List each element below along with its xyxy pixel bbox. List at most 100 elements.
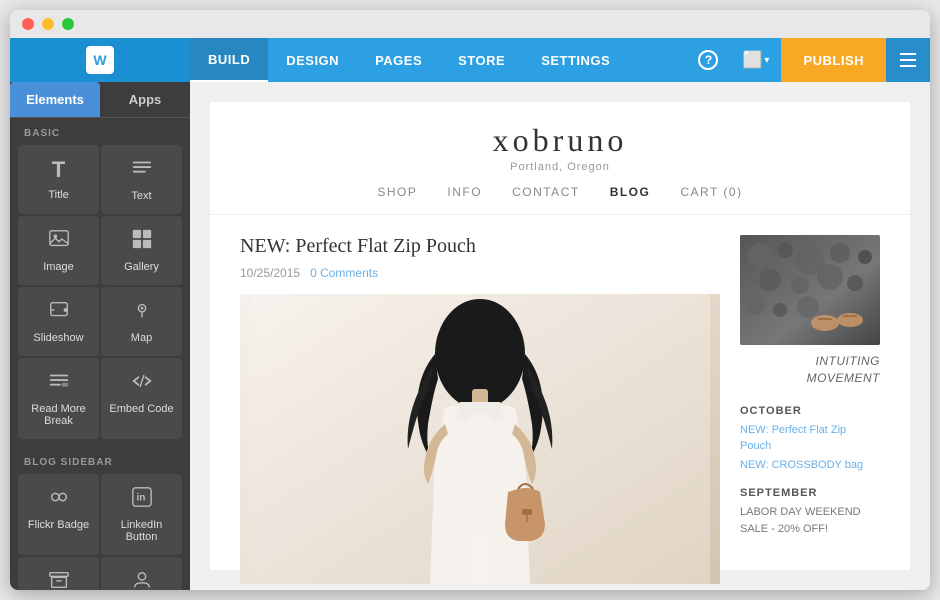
element-image[interactable]: Image <box>18 216 99 285</box>
blog-main: NEW: Perfect Flat Zip Pouch 10/25/2015 0… <box>240 235 720 584</box>
site-tagline: Portland, Oregon <box>240 161 880 173</box>
text-icon <box>131 157 153 184</box>
element-embed[interactable]: Embed Code <box>101 358 182 439</box>
sidebar-tabs: Elements Apps <box>10 82 190 118</box>
section-label-blog: BLOG SIDEBAR <box>10 447 190 474</box>
help-icon: ? <box>698 50 718 70</box>
element-linkedin-label: LinkedIn Button <box>109 519 174 543</box>
title-bar <box>10 10 930 38</box>
logo-area: W <box>10 38 190 82</box>
flickr-icon <box>48 486 70 513</box>
element-gallery-label: Gallery <box>124 261 159 273</box>
title-icon: T <box>52 157 65 183</box>
nav-shop[interactable]: SHOP <box>377 185 417 199</box>
post-date: 10/25/2015 <box>240 266 300 280</box>
tab-apps[interactable]: Apps <box>100 82 190 117</box>
nav-pages[interactable]: PAGES <box>357 38 440 82</box>
nav-items: BUILD DESIGN PAGES STORE SETTINGS ? ⬜ ▾ … <box>190 38 930 82</box>
sidebar-img-caption: INTUITING MOVEMENT <box>740 353 880 387</box>
preview-icon: ⬜ <box>742 50 762 70</box>
element-author[interactable]: Blog Author <box>101 557 182 590</box>
tab-elements[interactable]: Elements <box>10 82 100 117</box>
close-button[interactable] <box>22 18 34 30</box>
linkedin-icon: in <box>131 486 153 513</box>
element-flickr[interactable]: Flickr Badge <box>18 474 99 555</box>
minimize-button[interactable] <box>42 18 54 30</box>
element-text-label: Text <box>131 190 151 202</box>
help-button[interactable]: ? <box>686 38 730 82</box>
gallery-svg <box>131 228 153 250</box>
slideshow-svg <box>48 299 70 321</box>
nav-design[interactable]: DESIGN <box>268 38 357 82</box>
archive-month-september: SEPTEMBER <box>740 487 880 499</box>
site-logo: xobruno <box>240 122 880 159</box>
element-slideshow[interactable]: Slideshow <box>18 287 99 356</box>
site-header: xobruno Portland, Oregon SHOP INFO CONTA… <box>210 102 910 215</box>
main-window: W BUILD DESIGN PAGES STORE SETTINGS ? ⬜ … <box>10 10 930 590</box>
archive-link-crossbody[interactable]: NEW: CROSSBODY bag <box>740 457 880 474</box>
sidebar: Elements Apps BASIC T Title Text <box>10 82 190 590</box>
linkedin-svg: in <box>131 486 153 508</box>
author-icon <box>131 569 153 590</box>
publish-button[interactable]: PUBLISH <box>781 38 886 82</box>
blog-post-title: NEW: Perfect Flat Zip Pouch <box>240 235 720 258</box>
element-embed-label: Embed Code <box>109 403 173 415</box>
sidebar-thumbnail <box>740 235 880 345</box>
image-svg <box>48 228 70 250</box>
slideshow-icon <box>48 299 70 326</box>
blog-post-meta: 10/25/2015 0 Comments <box>240 266 720 280</box>
image-icon <box>48 228 70 255</box>
map-icon <box>131 299 153 326</box>
element-slideshow-label: Slideshow <box>33 332 83 344</box>
readmore-icon <box>48 370 70 397</box>
blog-grid: Flickr Badge in LinkedIn Button Blog Arc… <box>10 474 190 590</box>
map-svg <box>131 299 153 321</box>
blog-sidebar-content: INTUITING MOVEMENT OCTOBER NEW: Perfect … <box>740 235 880 584</box>
section-label-basic: BASIC <box>10 118 190 145</box>
page-content[interactable]: xobruno Portland, Oregon SHOP INFO CONTA… <box>190 82 930 590</box>
readmore-svg <box>48 370 70 392</box>
element-title-label: Title <box>48 189 68 201</box>
top-nav: W BUILD DESIGN PAGES STORE SETTINGS ? ⬜ … <box>10 38 930 82</box>
basic-grid: T Title Text Image <box>10 145 190 447</box>
maximize-button[interactable] <box>62 18 74 30</box>
preview-chevron: ▾ <box>764 55 769 66</box>
nav-contact[interactable]: CONTACT <box>512 185 580 199</box>
nav-build[interactable]: BUILD <box>190 38 268 82</box>
site-nav: SHOP INFO CONTACT BLOG CART (0) <box>240 173 880 199</box>
element-text[interactable]: Text <box>101 145 182 214</box>
gallery-icon <box>131 228 153 255</box>
flickr-svg <box>48 486 70 508</box>
element-linkedin[interactable]: in LinkedIn Button <box>101 474 182 555</box>
preview-button[interactable]: ⬜ ▾ <box>730 38 781 82</box>
sidebar-img-svg <box>740 235 880 345</box>
text-lines-svg <box>131 157 153 179</box>
nav-blog[interactable]: BLOG <box>610 185 651 199</box>
nav-store[interactable]: STORE <box>440 38 523 82</box>
archive-link-laborday[interactable]: LABOR DAY WEEKEND SALE - 20% OFF! <box>740 504 880 537</box>
element-map-label: Map <box>131 332 152 344</box>
element-flickr-label: Flickr Badge <box>28 519 89 531</box>
post-comments-link[interactable]: 0 Comments <box>310 266 378 280</box>
element-map[interactable]: Map <box>101 287 182 356</box>
wix-logo: W <box>86 46 114 74</box>
archives-svg <box>48 569 70 590</box>
author-svg <box>131 569 153 590</box>
archive-link-pouch[interactable]: NEW: Perfect Flat Zip Pouch <box>740 422 880 455</box>
archives-icon <box>48 569 70 590</box>
nav-info[interactable]: INFO <box>447 185 482 199</box>
website-frame: xobruno Portland, Oregon SHOP INFO CONTA… <box>210 102 910 570</box>
nav-cart[interactable]: CART (0) <box>680 185 742 199</box>
archive-separator <box>740 475 880 487</box>
element-readmore[interactable]: Read More Break <box>18 358 99 439</box>
element-gallery[interactable]: Gallery <box>101 216 182 285</box>
embed-icon <box>131 370 153 397</box>
blog-post-image <box>240 294 720 584</box>
embed-svg <box>131 370 153 392</box>
element-archives[interactable]: Blog Archives <box>18 557 99 590</box>
svg-text:in: in <box>136 493 145 504</box>
menu-button[interactable] <box>886 38 930 82</box>
element-title[interactable]: T Title <box>18 145 99 214</box>
element-readmore-label: Read More Break <box>26 403 91 427</box>
nav-settings[interactable]: SETTINGS <box>523 38 628 82</box>
